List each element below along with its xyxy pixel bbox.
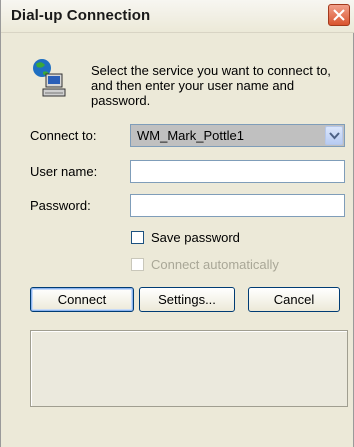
status-panel	[30, 330, 348, 407]
connect-automatically-label: Connect automatically	[151, 257, 279, 272]
intro-text: Select the service you want to connect t…	[91, 63, 331, 108]
username-input[interactable]	[130, 160, 345, 183]
save-password-checkbox[interactable]	[131, 231, 144, 244]
connect-to-select[interactable]: WM_Mark_Pottle1	[130, 124, 345, 147]
chevron-down-icon	[329, 132, 340, 140]
network-computer-icon	[33, 59, 66, 97]
title-bar[interactable]: Dial-up Connection	[1, 0, 354, 33]
cancel-button[interactable]: Cancel	[248, 287, 340, 312]
connect-automatically-checkbox	[131, 258, 144, 271]
connect-to-label: Connect to:	[30, 128, 97, 143]
close-icon	[333, 9, 345, 21]
connect-button[interactable]: Connect	[30, 287, 134, 312]
username-label: User name:	[30, 164, 98, 179]
window-title: Dial-up Connection	[11, 7, 151, 24]
dialup-dialog: Dial-up Connection Select the service yo…	[0, 0, 354, 447]
close-button[interactable]	[328, 4, 350, 26]
dropdown-button[interactable]	[325, 126, 343, 145]
settings-button[interactable]: Settings...	[139, 287, 235, 312]
connect-to-value: WM_Mark_Pottle1	[137, 128, 244, 143]
save-password-label[interactable]: Save password	[151, 230, 240, 245]
password-input[interactable]	[130, 194, 345, 217]
password-label: Password:	[30, 198, 91, 213]
